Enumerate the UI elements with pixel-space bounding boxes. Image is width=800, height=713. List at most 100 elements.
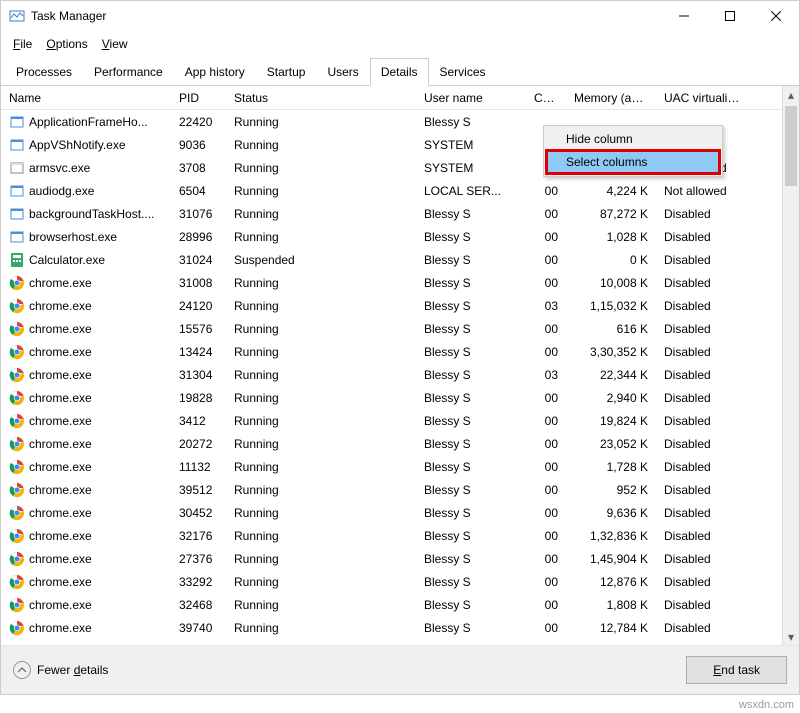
scroll-thumb[interactable] xyxy=(785,106,797,186)
cell-uac: Disabled xyxy=(656,619,754,637)
cell-user: Blessy S xyxy=(416,205,526,223)
cell-pid: 22420 xyxy=(171,113,226,131)
table-row[interactable]: chrome.exe31008RunningBlessy S0010,008 K… xyxy=(1,271,782,294)
table-row[interactable]: chrome.exe11132RunningBlessy S001,728 KD… xyxy=(1,455,782,478)
table-row[interactable]: chrome.exe3412RunningBlessy S0019,824 KD… xyxy=(1,409,782,432)
cell-pid: 11132 xyxy=(171,458,226,476)
cell-user: Blessy S xyxy=(416,527,526,545)
cell-cpu: 00 xyxy=(526,458,566,476)
table-row[interactable]: chrome.exe33292RunningBlessy S0012,876 K… xyxy=(1,570,782,593)
cell-status: Running xyxy=(226,458,416,476)
table-row[interactable]: backgroundTaskHost....31076RunningBlessy… xyxy=(1,202,782,225)
table-row[interactable]: chrome.exe32176RunningBlessy S001,32,836… xyxy=(1,524,782,547)
cell-pid: 31008 xyxy=(171,274,226,292)
maximize-button[interactable] xyxy=(707,1,753,31)
table-row[interactable]: browserhost.exe28996RunningBlessy S001,0… xyxy=(1,225,782,248)
table-row[interactable]: chrome.exe32468RunningBlessy S001,808 KD… xyxy=(1,593,782,616)
cell-user: Blessy S xyxy=(416,504,526,522)
cell-status: Running xyxy=(226,481,416,499)
cell-status: Running xyxy=(226,136,416,154)
table-row[interactable]: chrome.exe27376RunningBlessy S001,45,904… xyxy=(1,547,782,570)
end-task-button[interactable]: End task xyxy=(686,656,787,684)
table-row[interactable]: chrome.exe31304RunningBlessy S0322,344 K… xyxy=(1,363,782,386)
vertical-scrollbar[interactable]: ▴ ▾ xyxy=(782,86,799,645)
cell-user: Blessy S xyxy=(416,228,526,246)
process-icon xyxy=(9,114,25,130)
table-row[interactable]: chrome.exe24120RunningBlessy S031,15,032… xyxy=(1,294,782,317)
ctx-hide-column[interactable]: Hide column xyxy=(546,128,720,150)
window-title: Task Manager xyxy=(31,9,661,23)
cell-cpu: 03 xyxy=(526,297,566,315)
col-memory[interactable]: Memory (ac... xyxy=(566,88,656,108)
col-cpu[interactable]: CPU xyxy=(526,88,566,108)
tab-startup[interactable]: Startup xyxy=(256,58,317,86)
col-pid[interactable]: PID xyxy=(171,88,226,108)
cell-uac: Disabled xyxy=(656,320,754,338)
fewer-details-button[interactable]: Fewer details xyxy=(13,661,108,679)
cell-memory: 1,728 K xyxy=(566,458,656,476)
task-manager-window: Task Manager File Options View Processes… xyxy=(0,0,800,695)
cell-pid: 30452 xyxy=(171,504,226,522)
process-icon xyxy=(9,620,25,636)
tab-app-history[interactable]: App history xyxy=(174,58,256,86)
process-icon xyxy=(9,183,25,199)
process-icon xyxy=(9,413,25,429)
cell-status: Running xyxy=(226,159,416,177)
cell-user: Blessy S xyxy=(416,481,526,499)
menu-view[interactable]: View xyxy=(96,35,134,53)
cell-user: Blessy S xyxy=(416,435,526,453)
cell-cpu: 00 xyxy=(526,550,566,568)
cell-cpu: 00 xyxy=(526,320,566,338)
tab-processes[interactable]: Processes xyxy=(5,58,83,86)
table-row[interactable]: chrome.exe39740RunningBlessy S0012,784 K… xyxy=(1,616,782,639)
table-row[interactable]: chrome.exe30452RunningBlessy S009,636 KD… xyxy=(1,501,782,524)
minimize-button[interactable] xyxy=(661,1,707,31)
table-row[interactable]: audiodg.exe6504RunningLOCAL SER...004,22… xyxy=(1,179,782,202)
cell-uac: Disabled xyxy=(656,435,754,453)
cell-memory: 12,784 K xyxy=(566,619,656,637)
cell-status: Running xyxy=(226,435,416,453)
scroll-down-button[interactable]: ▾ xyxy=(783,628,799,645)
col-status[interactable]: Status xyxy=(226,88,416,108)
table-row[interactable]: chrome.exe39512RunningBlessy S00952 KDis… xyxy=(1,478,782,501)
tab-details[interactable]: Details xyxy=(370,58,429,86)
cell-uac: Disabled xyxy=(656,366,754,384)
cell-status: Running xyxy=(226,228,416,246)
process-icon xyxy=(9,436,25,452)
menu-options[interactable]: Options xyxy=(40,35,93,53)
scroll-up-button[interactable]: ▴ xyxy=(783,86,799,103)
tab-performance[interactable]: Performance xyxy=(83,58,174,86)
table-row[interactable]: chrome.exe13424RunningBlessy S003,30,352… xyxy=(1,340,782,363)
cell-uac: Disabled xyxy=(656,596,754,614)
table-row[interactable]: chrome.exe19828RunningBlessy S002,940 KD… xyxy=(1,386,782,409)
cell-user: Blessy S xyxy=(416,412,526,430)
cell-pid: 19828 xyxy=(171,389,226,407)
col-uac[interactable]: UAC virtualizati... xyxy=(656,88,754,108)
table-row[interactable]: Calculator.exe31024SuspendedBlessy S000 … xyxy=(1,248,782,271)
col-name[interactable]: Name xyxy=(1,88,171,108)
titlebar: Task Manager xyxy=(1,1,799,31)
cell-status: Running xyxy=(226,182,416,200)
process-icon xyxy=(9,137,25,153)
cell-pid: 13424 xyxy=(171,343,226,361)
cell-cpu: 00 xyxy=(526,435,566,453)
close-button[interactable] xyxy=(753,1,799,31)
table-row[interactable]: chrome.exe20272RunningBlessy S0023,052 K… xyxy=(1,432,782,455)
cell-status: Running xyxy=(226,343,416,361)
tab-users[interactable]: Users xyxy=(316,58,369,86)
tab-services[interactable]: Services xyxy=(429,58,497,86)
cell-status: Running xyxy=(226,573,416,591)
cell-pid: 31304 xyxy=(171,366,226,384)
cell-uac: Disabled xyxy=(656,481,754,499)
cell-uac: Disabled xyxy=(656,573,754,591)
cell-pid: 6504 xyxy=(171,182,226,200)
cell-status: Running xyxy=(226,596,416,614)
process-icon xyxy=(9,597,25,613)
cell-user: Blessy S xyxy=(416,251,526,269)
ctx-select-columns[interactable]: Select columns xyxy=(545,149,721,175)
cell-name: chrome.exe xyxy=(1,526,171,546)
table-row[interactable]: chrome.exe15576RunningBlessy S00616 KDis… xyxy=(1,317,782,340)
col-user[interactable]: User name xyxy=(416,88,526,108)
menu-file[interactable]: File xyxy=(7,35,38,53)
cell-cpu: 00 xyxy=(526,182,566,200)
